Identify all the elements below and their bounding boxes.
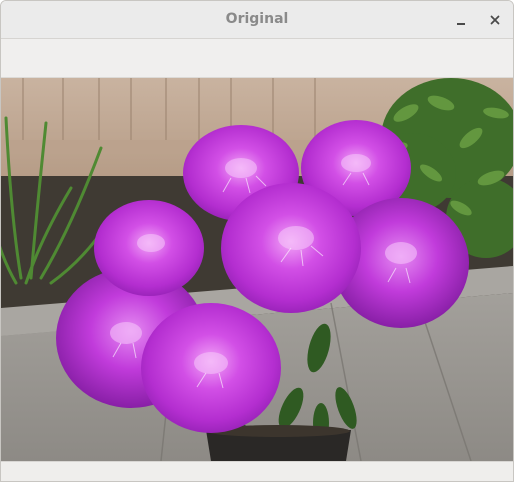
toolbar xyxy=(1,39,513,78)
close-icon xyxy=(490,15,500,25)
minimize-button[interactable] xyxy=(450,9,472,31)
status-bar xyxy=(1,461,513,481)
close-button[interactable] xyxy=(484,9,506,31)
image-canvas[interactable] xyxy=(1,78,513,461)
minimize-icon xyxy=(457,23,465,25)
flower-photo xyxy=(1,78,513,461)
window-title: Original xyxy=(225,11,289,27)
image-viewer-window: Original xyxy=(0,0,514,482)
title-bar[interactable]: Original xyxy=(1,1,513,39)
